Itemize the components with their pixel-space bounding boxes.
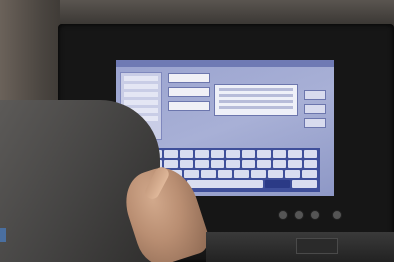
preview-line — [219, 94, 293, 97]
keyboard-key[interactable] — [291, 180, 317, 188]
keyboard-key[interactable] — [210, 160, 224, 168]
keyboard-key[interactable] — [285, 170, 301, 178]
hardware-button[interactable] — [310, 210, 320, 220]
keyboard-key[interactable] — [241, 150, 255, 158]
keyboard-key[interactable] — [288, 160, 302, 168]
keyboard-key[interactable] — [288, 150, 302, 158]
console-base — [206, 232, 394, 262]
keyboard-key[interactable] — [226, 160, 240, 168]
input-field-2[interactable] — [168, 87, 210, 97]
sidebar-item[interactable] — [124, 100, 158, 105]
sidebar-item[interactable] — [124, 84, 158, 89]
side-button-3[interactable] — [304, 118, 326, 128]
keyboard-key[interactable] — [251, 170, 267, 178]
preview-line — [219, 88, 293, 91]
keyboard-key[interactable] — [303, 160, 317, 168]
keyboard-key[interactable] — [257, 160, 271, 168]
window-title-bar — [116, 60, 334, 67]
sidebar-item[interactable] — [124, 76, 158, 81]
keyboard-row — [133, 150, 317, 158]
keyboard-key[interactable] — [272, 150, 286, 158]
enter-key[interactable] — [264, 180, 290, 188]
keyboard-key[interactable] — [195, 160, 209, 168]
input-field-1[interactable] — [168, 73, 210, 83]
keyboard-key[interactable] — [210, 150, 224, 158]
photo-scene — [0, 0, 394, 262]
side-button-2[interactable] — [304, 104, 326, 114]
preview-line — [219, 106, 293, 109]
keyboard-key[interactable] — [164, 150, 178, 158]
keyboard-key[interactable] — [179, 160, 193, 168]
side-button-1[interactable] — [304, 90, 326, 100]
keyboard-key[interactable] — [272, 160, 286, 168]
space-key[interactable] — [187, 180, 263, 188]
keyboard-key[interactable] — [257, 150, 271, 158]
hardware-button[interactable] — [332, 210, 342, 220]
keyboard-key[interactable] — [302, 170, 317, 178]
keyboard-key[interactable] — [179, 150, 193, 158]
keyboard-key[interactable] — [195, 150, 209, 158]
keyboard-key[interactable] — [226, 150, 240, 158]
keyboard-key[interactable] — [217, 170, 233, 178]
hardware-button-panel — [270, 204, 350, 226]
keyboard-key[interactable] — [164, 160, 178, 168]
keyboard-key[interactable] — [183, 170, 199, 178]
hardware-button[interactable] — [278, 210, 288, 220]
keyboard-key[interactable] — [200, 170, 216, 178]
keyboard-key[interactable] — [234, 170, 250, 178]
hardware-button[interactable] — [294, 210, 304, 220]
input-field-3[interactable] — [168, 101, 210, 111]
preview-line — [219, 100, 293, 103]
keyboard-key[interactable] — [268, 170, 284, 178]
keyboard-key[interactable] — [241, 160, 255, 168]
keyboard-key[interactable] — [303, 150, 317, 158]
preview-panel — [214, 84, 298, 116]
edge-marker — [0, 228, 6, 242]
sidebar-item[interactable] — [124, 92, 158, 97]
